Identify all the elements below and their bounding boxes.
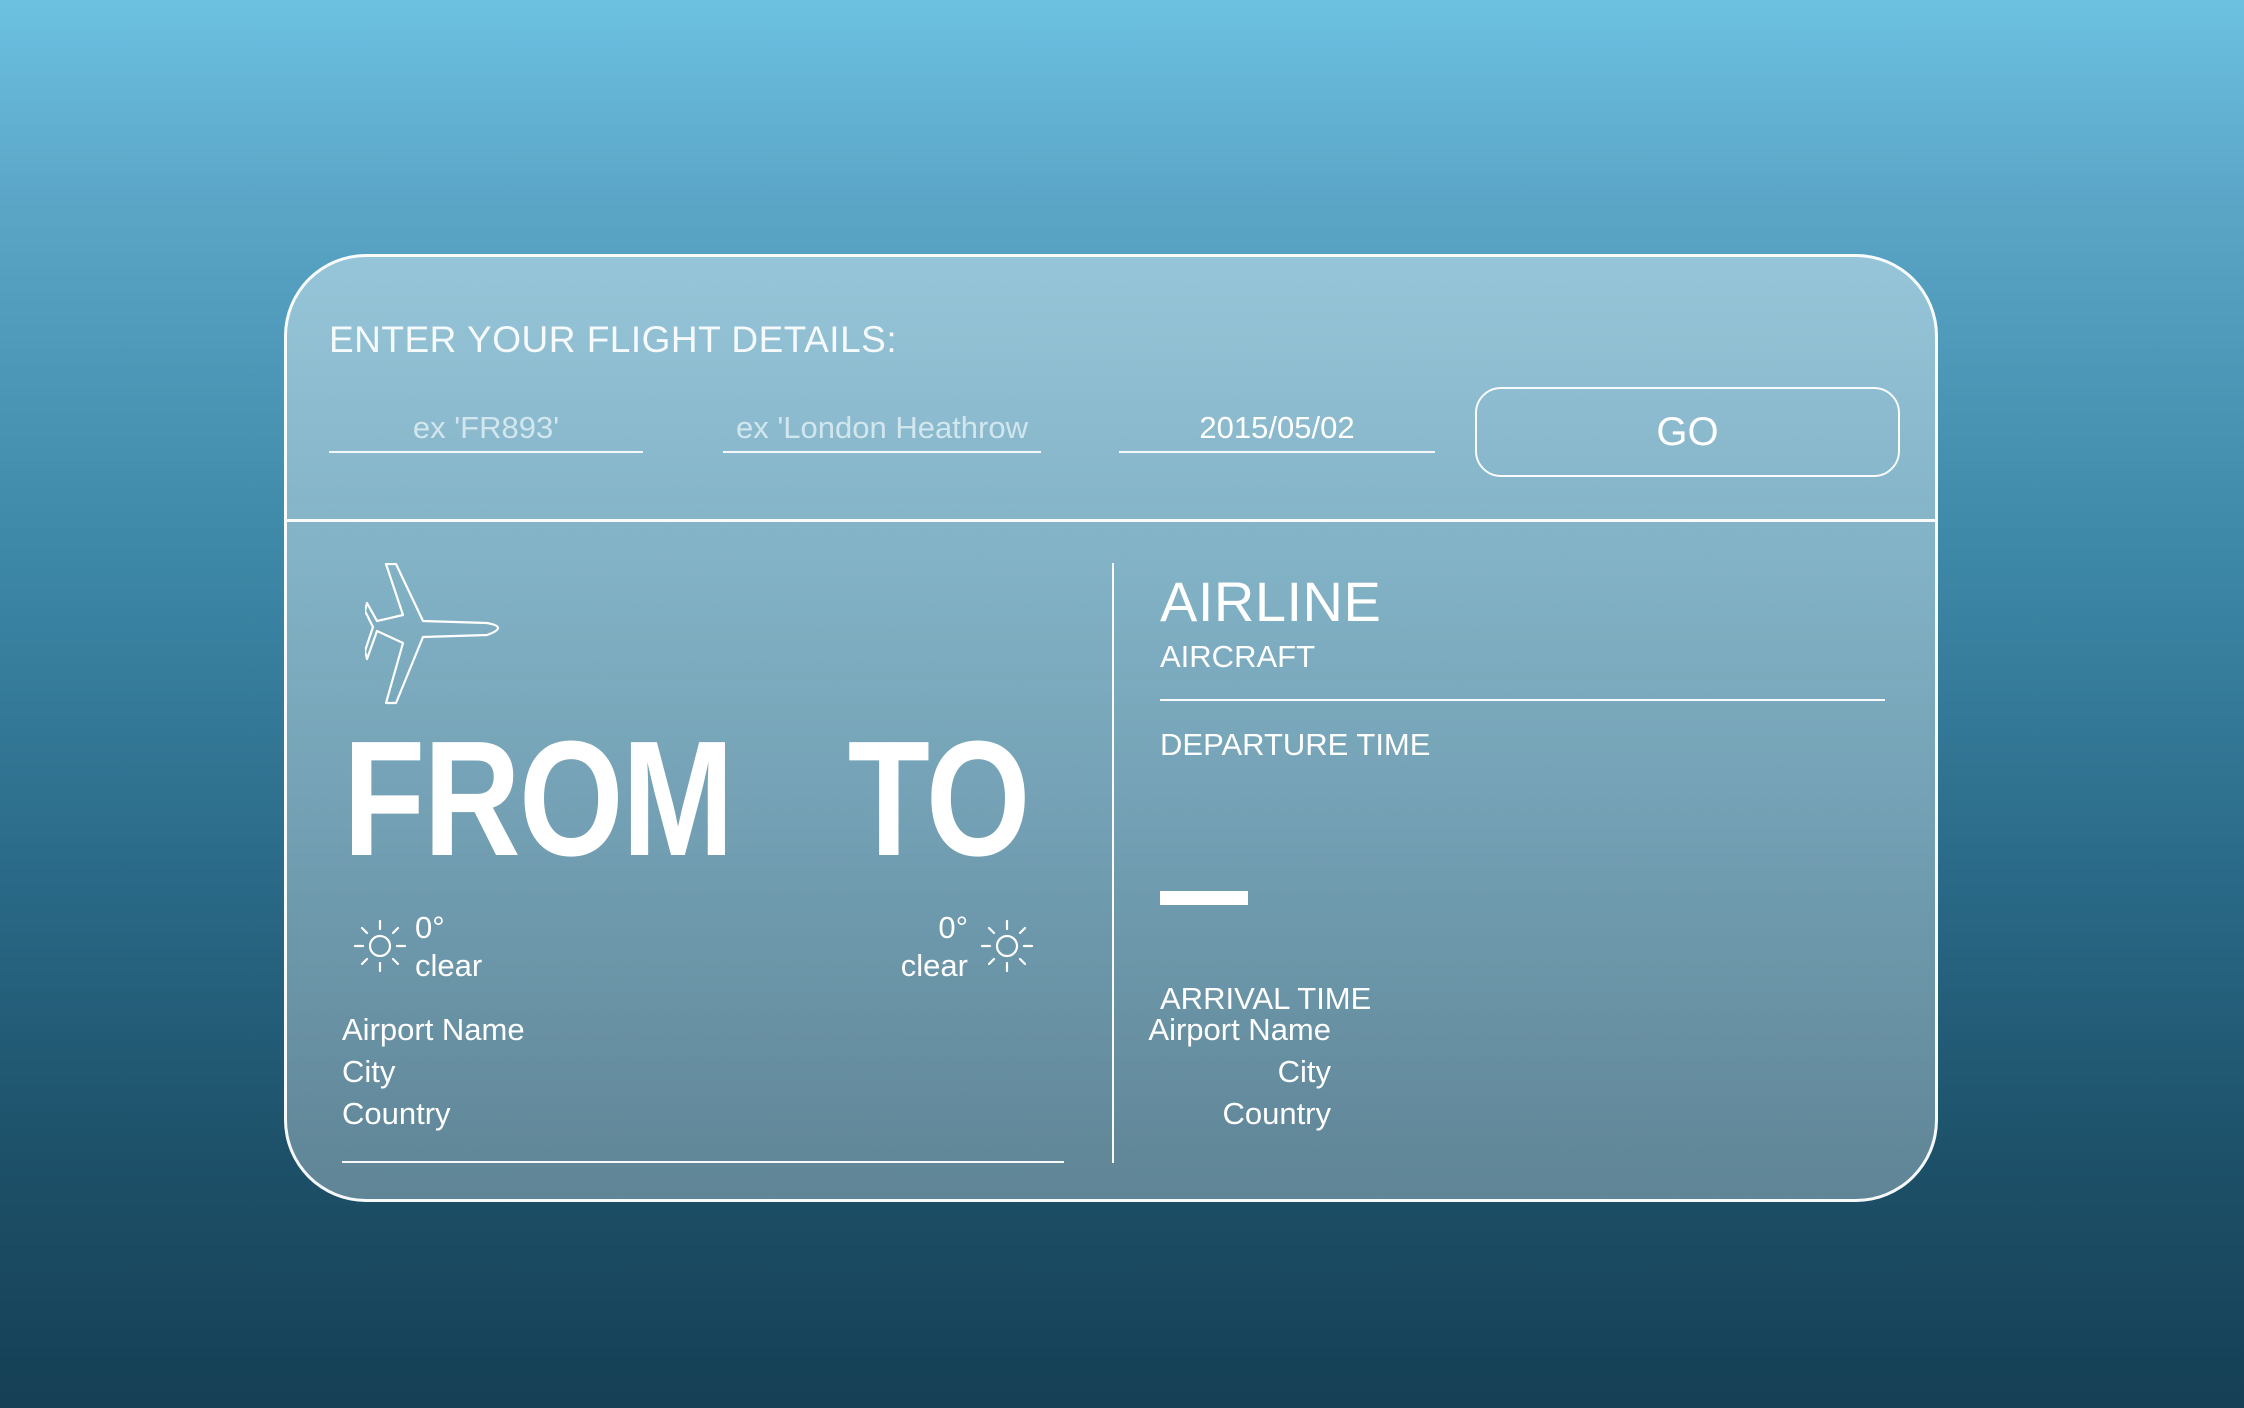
airport-input[interactable]	[723, 405, 1041, 453]
from-city: City	[342, 1054, 396, 1089]
from-country: Country	[342, 1096, 451, 1131]
from-label: FROM	[343, 707, 734, 890]
from-temperature: 0°	[415, 910, 445, 945]
sun-icon	[980, 919, 1034, 973]
flight-search-panel: ENTER YOUR FLIGHT DETAILS: GO	[287, 257, 1935, 522]
to-weather: 0° clear	[866, 909, 968, 985]
from-condition: clear	[415, 948, 483, 983]
departure-time-label: DEPARTURE TIME	[1160, 727, 1431, 762]
time-separator-dash	[1160, 891, 1248, 905]
arrival-time-label: ARRIVAL TIME	[1160, 981, 1372, 1016]
vertical-divider	[1112, 563, 1114, 1163]
sun-icon	[353, 919, 407, 973]
airline-label: AIRLINE	[1160, 570, 1382, 633]
form-prompt: ENTER YOUR FLIGHT DETAILS:	[329, 319, 898, 360]
aircraft-label: AIRCRAFT	[1160, 639, 1315, 674]
go-button[interactable]: GO	[1475, 387, 1900, 477]
route-divider	[342, 1161, 1064, 1163]
to-temperature: 0°	[938, 910, 968, 945]
from-weather: 0° clear	[415, 909, 482, 985]
to-condition: clear	[900, 948, 968, 983]
date-input[interactable]	[1119, 405, 1435, 453]
from-airport-name: Airport Name	[342, 1012, 525, 1047]
flight-card: ENTER YOUR FLIGHT DETAILS: GO FROM TO 0°…	[284, 254, 1938, 1202]
to-airport-details: Airport Name City Country	[847, 1009, 1331, 1135]
flight-number-input[interactable]	[329, 405, 643, 453]
from-airport-details: Airport Name City Country	[342, 1009, 525, 1135]
info-divider	[1160, 699, 1885, 701]
to-country: Country	[1222, 1096, 1331, 1131]
to-label: TO	[847, 707, 1031, 890]
airplane-icon	[365, 563, 500, 705]
to-city: City	[1277, 1054, 1331, 1089]
